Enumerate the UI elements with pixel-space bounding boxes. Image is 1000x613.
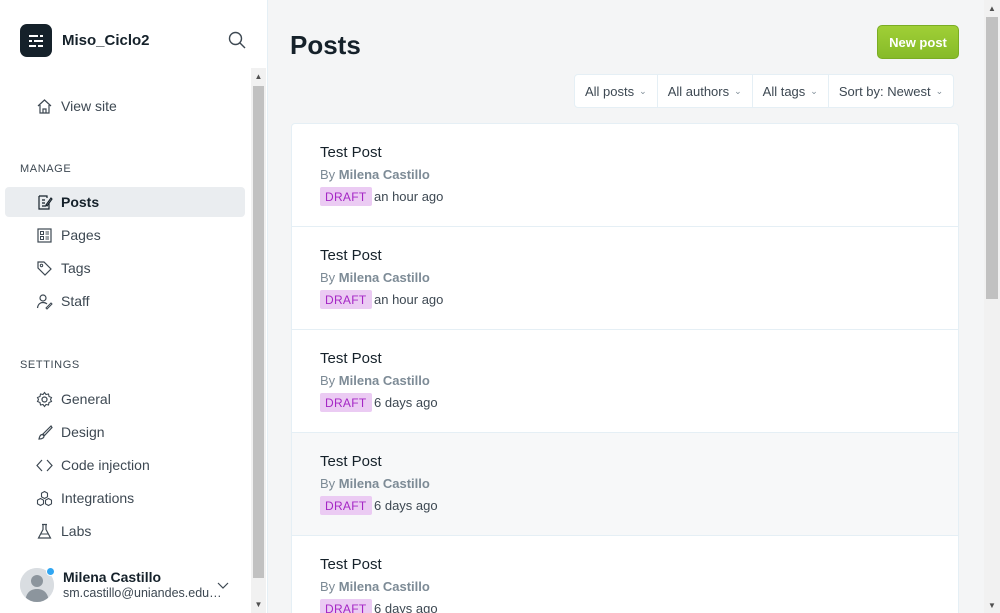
code-icon: [36, 459, 53, 472]
post-title: Test Post: [320, 247, 382, 264]
sidebar-item-label: Code injection: [61, 457, 150, 473]
post-row[interactable]: Test Post By Milena Castillo DRAFT an ho…: [292, 124, 958, 227]
sidebar-item-tags[interactable]: Tags: [5, 253, 245, 283]
post-author: Milena Castillo: [338, 270, 430, 285]
user-menu[interactable]: Milena Castillo sm.castillo@uniandes.edu…: [20, 566, 240, 606]
brand[interactable]: Miso_Ciclo2: [20, 24, 150, 57]
status-badge: DRAFT: [320, 187, 372, 206]
view-site-link[interactable]: View site: [5, 91, 245, 121]
sidebar-item-label: Labs: [61, 523, 92, 539]
sidebar-item-label: Posts: [61, 194, 100, 210]
sidebar-item-integrations[interactable]: Integrations: [5, 483, 245, 513]
filter-label: Sort by: Newest: [838, 83, 931, 99]
by-label: By: [320, 476, 336, 491]
sidebar-item-posts[interactable]: Posts: [5, 187, 245, 217]
status-badge: DRAFT: [320, 599, 372, 613]
brand-name: Miso_Ciclo2: [62, 32, 150, 49]
main-scrollbar-thumb[interactable]: [986, 17, 998, 299]
chevron-down-icon: ⌄: [935, 85, 944, 96]
post-byline: By Milena Castillo: [320, 270, 430, 285]
status-badge: DRAFT: [320, 393, 372, 412]
by-label: By: [320, 579, 336, 594]
scroll-down-arrow-icon[interactable]: ▼: [251, 596, 266, 612]
sidebar: Miso_Ciclo2 View site MANAGE Posts Pages: [0, 0, 268, 613]
chevron-down-icon: ⌄: [639, 85, 647, 96]
post-byline: By Milena Castillo: [320, 476, 430, 491]
filter-label: All posts: [585, 83, 635, 99]
post-title: Test Post: [320, 556, 382, 573]
scroll-up-arrow-icon[interactable]: ▲: [984, 0, 1000, 16]
post-time: 6 days ago: [374, 601, 438, 613]
chevron-down-icon: ⌄: [810, 85, 818, 96]
post-title: Test Post: [320, 453, 382, 470]
post-time: 6 days ago: [374, 498, 438, 513]
sidebar-scrollbar-thumb[interactable]: [253, 86, 264, 578]
filter-label: All tags: [762, 83, 806, 99]
user-name: Milena Castillo: [63, 569, 162, 585]
sidebar-item-label: Staff: [61, 293, 90, 309]
filter-post-type[interactable]: All posts ⌄: [575, 75, 658, 107]
post-byline: By Milena Castillo: [320, 167, 430, 182]
sidebar-item-label: General: [61, 391, 111, 407]
post-time: an hour ago: [374, 292, 444, 307]
post-author: Milena Castillo: [338, 373, 430, 388]
staff-icon: [36, 294, 53, 310]
new-post-button[interactable]: New post: [877, 25, 959, 59]
post-time: an hour ago: [374, 189, 444, 204]
sidebar-item-design[interactable]: Design: [5, 417, 245, 447]
post-byline: By Milena Castillo: [320, 373, 430, 388]
chevron-down-icon: ⌄: [734, 85, 742, 96]
post-title: Test Post: [320, 144, 382, 161]
sidebar-item-label: Pages: [61, 227, 101, 243]
post-author: Milena Castillo: [338, 167, 430, 182]
pages-icon: [37, 228, 52, 243]
ghost-logo-icon: [20, 24, 52, 57]
post-row[interactable]: Test Post By Milena Castillo DRAFT an ho…: [292, 227, 958, 330]
filter-label: All authors: [667, 83, 730, 99]
settings-heading: SETTINGS: [20, 359, 80, 371]
post-row[interactable]: Test Post By Milena Castillo DRAFT 6 day…: [292, 330, 958, 433]
post-row[interactable]: Test Post By Milena Castillo DRAFT 6 day…: [292, 433, 958, 536]
post-author: Milena Castillo: [338, 476, 430, 491]
flask-icon: [37, 523, 52, 539]
status-badge: DRAFT: [320, 496, 372, 515]
by-label: By: [320, 373, 336, 388]
filter-authors[interactable]: All authors ⌄: [658, 75, 753, 107]
post-author: Milena Castillo: [338, 579, 430, 594]
sidebar-item-label: Tags: [61, 260, 91, 276]
user-email: sm.castillo@uniandes.edu.co: [63, 586, 225, 600]
chevron-down-icon: [217, 582, 229, 589]
sidebar-item-labs[interactable]: Labs: [5, 516, 245, 546]
post-title: Test Post: [320, 350, 382, 367]
posts-icon: [38, 195, 53, 210]
sidebar-item-label: Design: [61, 424, 105, 440]
by-label: By: [320, 167, 336, 182]
scroll-up-arrow-icon[interactable]: ▲: [251, 68, 266, 84]
sidebar-item-general[interactable]: General: [5, 384, 245, 414]
sidebar-item-code-injection[interactable]: Code injection: [5, 450, 245, 480]
by-label: By: [320, 270, 336, 285]
sidebar-item-staff[interactable]: Staff: [5, 286, 245, 316]
post-time: 6 days ago: [374, 395, 438, 410]
sidebar-item-label: Integrations: [61, 490, 135, 506]
filter-sort[interactable]: Sort by: Newest ⌄: [829, 75, 953, 107]
post-byline: By Milena Castillo: [320, 579, 430, 594]
page-title: Posts: [290, 30, 361, 60]
manage-heading: MANAGE: [20, 163, 72, 175]
integrations-icon: [36, 490, 53, 507]
filter-tags[interactable]: All tags ⌄: [753, 75, 829, 107]
status-badge: DRAFT: [320, 290, 372, 309]
gear-icon: [36, 391, 53, 408]
home-icon: [37, 99, 52, 114]
sidebar-item-pages[interactable]: Pages: [5, 220, 245, 250]
posts-list: Test Post By Milena Castillo DRAFT an ho…: [291, 123, 959, 613]
search-icon[interactable]: [227, 30, 249, 52]
tag-icon: [37, 261, 52, 276]
filter-bar: All posts ⌄ All authors ⌄ All tags ⌄ Sor…: [574, 74, 955, 108]
brush-icon: [38, 425, 53, 440]
online-indicator: [46, 567, 55, 576]
view-site-label: View site: [61, 98, 117, 114]
post-row[interactable]: Test Post By Milena Castillo DRAFT 6 day…: [292, 536, 958, 613]
scroll-down-arrow-icon[interactable]: ▼: [984, 597, 1000, 613]
